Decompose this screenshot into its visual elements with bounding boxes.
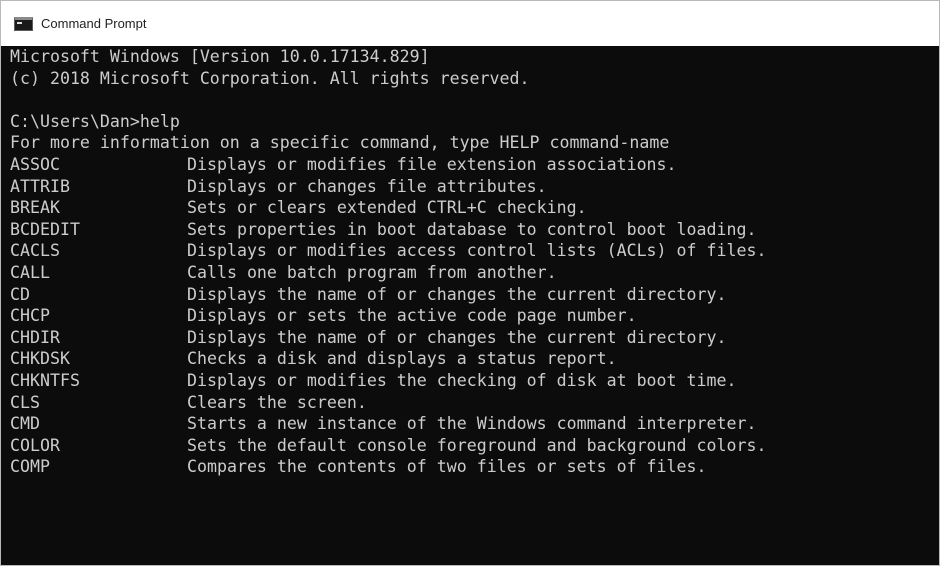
command-description: Displays or changes file attributes. bbox=[187, 176, 547, 196]
command-description: Calls one batch program from another. bbox=[187, 262, 557, 282]
command-description: Checks a disk and displays a status repo… bbox=[187, 349, 617, 369]
console-output[interactable]: Microsoft Windows [Version 10.0.17134.82… bbox=[1, 46, 939, 565]
command-row: CACLS Displays or modifies access control… bbox=[10, 240, 939, 262]
command-name: CACLS bbox=[10, 241, 60, 261]
command-name: CHDIR bbox=[10, 327, 60, 347]
command-row: CHDIR Displays the name of or changes the… bbox=[10, 327, 939, 349]
command-description: Starts a new instance of the Windows com… bbox=[187, 414, 757, 434]
command-description: Displays or sets the active code page nu… bbox=[187, 306, 637, 326]
command-row: CD Displays the name of or changes the cu… bbox=[10, 284, 939, 306]
title-bar[interactable]: Command Prompt bbox=[1, 1, 939, 46]
command-name: CALL bbox=[10, 262, 50, 282]
console-line: (c) 2018 Microsoft Corporation. All righ… bbox=[10, 68, 530, 88]
command-name: CD bbox=[10, 284, 30, 304]
command-description: Displays or modifies file extension asso… bbox=[187, 154, 677, 174]
command-name: CLS bbox=[10, 392, 40, 412]
command-list: ASSOC Displays or modifies file extension… bbox=[10, 154, 939, 478]
command-row: ASSOC Displays or modifies file extension… bbox=[10, 154, 939, 176]
command-row: COLOR Sets the default console foreground… bbox=[10, 435, 939, 457]
command-row: ATTRIB Displays or changes file attribute… bbox=[10, 176, 939, 198]
command-row: CALL Calls one batch program from another… bbox=[10, 262, 939, 284]
command-row: BCDEDIT Sets properties in boot database … bbox=[10, 219, 939, 241]
command-description: Sets or clears extended CTRL+C checking. bbox=[187, 198, 587, 218]
help-info-line: For more information on a specific comma… bbox=[10, 133, 670, 153]
command-description: Displays the name of or changes the curr… bbox=[187, 327, 727, 347]
command-name: BCDEDIT bbox=[10, 219, 80, 239]
command-description: Displays the name of or changes the curr… bbox=[187, 284, 727, 304]
command-row: BREAK Sets or clears extended CTRL+C chec… bbox=[10, 197, 939, 219]
console-line: Microsoft Windows [Version 10.0.17134.82… bbox=[10, 47, 430, 66]
command-name: ASSOC bbox=[10, 154, 60, 174]
command-prompt-icon[interactable] bbox=[14, 16, 33, 31]
command-name: CHKNTFS bbox=[10, 370, 80, 390]
command-row: CLS Clears the screen. bbox=[10, 392, 939, 414]
command-description: Clears the screen. bbox=[187, 392, 367, 412]
command-row: CHKDSK Checks a disk and displays a statu… bbox=[10, 348, 939, 370]
command-description: Compares the contents of two files or se… bbox=[187, 457, 707, 477]
command-name: ATTRIB bbox=[10, 176, 70, 196]
command-name: CHKDSK bbox=[10, 349, 70, 369]
command-row: COMP Compares the contents of two files o… bbox=[10, 456, 939, 478]
command-name: CHCP bbox=[10, 306, 50, 326]
command-row: CMD Starts a new instance of the Windows … bbox=[10, 413, 939, 435]
command-name: BREAK bbox=[10, 198, 60, 218]
command-row: CHKNTFS Displays or modifies the checking… bbox=[10, 370, 939, 392]
command-description: Sets the default console foreground and … bbox=[187, 435, 767, 455]
command-name: CMD bbox=[10, 414, 40, 434]
command-name: COLOR bbox=[10, 435, 60, 455]
command-row: CHCP Displays or sets the active code pag… bbox=[10, 305, 939, 327]
command-description: Displays or modifies access control list… bbox=[187, 241, 767, 261]
command-description: Sets properties in boot database to cont… bbox=[187, 219, 757, 239]
command-prompt-line: C:\Users\Dan>help bbox=[10, 111, 180, 131]
command-description: Displays or modifies the checking of dis… bbox=[187, 370, 737, 390]
window-title: Command Prompt bbox=[41, 16, 147, 31]
command-prompt-window: Command Prompt Microsoft Windows [Versio… bbox=[0, 0, 940, 566]
command-name: COMP bbox=[10, 457, 50, 477]
